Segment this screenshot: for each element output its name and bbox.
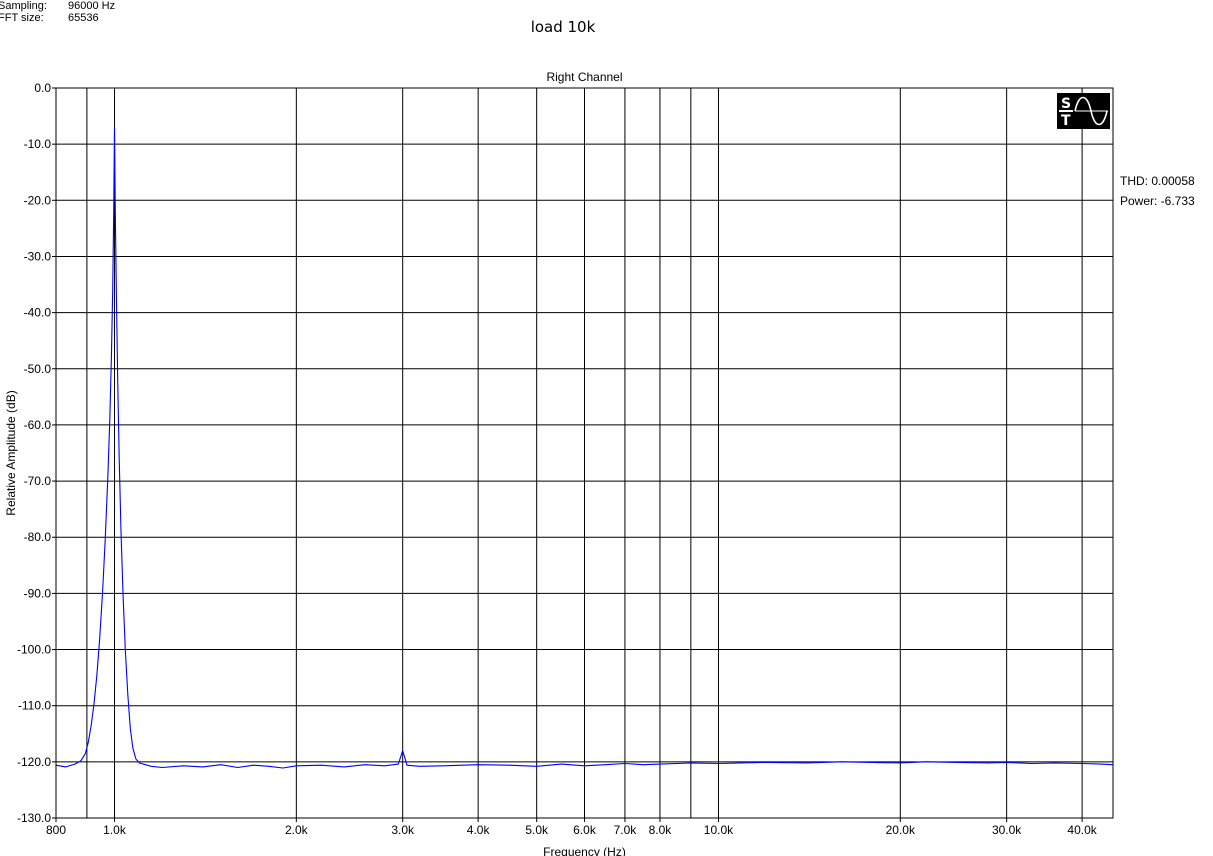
x-tick-label: 5.0k bbox=[525, 823, 549, 837]
y-tick-label: -120.0 bbox=[17, 755, 51, 769]
x-tick-label: 6.0k bbox=[573, 823, 597, 837]
x-axis-label: Frequency (Hz) bbox=[543, 845, 626, 856]
spectrum-analyzer-view: Sampling: 96000 Hz FFT size: 65536 load 10… bbox=[0, 0, 1213, 856]
x-tick-label: 2.0k bbox=[285, 823, 309, 837]
x-tick-labels: 800 1.0k 2.0k 3.0k 4.0k 5.0k 6.0k 7.0k 8.0k 10.0k… bbox=[46, 818, 1098, 837]
x-tick-label: 4.0k bbox=[467, 823, 491, 837]
spectrum-chart: 0.0 -10.0 -20.0 -30.0 -40.0 -50.0 -60.0 -70.0 -8… bbox=[4, 81, 1114, 856]
x-tick-label: 3.0k bbox=[391, 823, 415, 837]
x-tick-label: 30.0k bbox=[992, 823, 1022, 837]
logo-letter-s: S bbox=[1061, 96, 1071, 112]
y-tick-label: -70.0 bbox=[24, 474, 52, 488]
y-tick-label: -20.0 bbox=[24, 193, 52, 207]
grid-layer bbox=[56, 87, 1113, 819]
x-tick-label: 8.0k bbox=[649, 823, 673, 837]
y-axis-label: Relative Amplitude (dB) bbox=[4, 390, 18, 515]
x-tick-label: 800 bbox=[46, 823, 66, 837]
x-tick-label: 1.0k bbox=[103, 823, 127, 837]
sine-wave-logo-icon: S T bbox=[1057, 93, 1110, 129]
x-tick-label: 7.0k bbox=[614, 823, 638, 837]
x-tick-label: 40.0k bbox=[1067, 823, 1097, 837]
y-tick-label: -100.0 bbox=[17, 643, 51, 657]
x-tick-label: 10.0k bbox=[704, 823, 734, 837]
y-tick-label: -110.0 bbox=[18, 699, 51, 713]
y-tick-label: 0.0 bbox=[34, 81, 51, 95]
y-tick-label: -50.0 bbox=[24, 362, 52, 376]
y-tick-label: -90.0 bbox=[24, 586, 52, 600]
y-tick-label: -40.0 bbox=[24, 306, 52, 320]
y-tick-label: -80.0 bbox=[24, 530, 52, 544]
y-tick-label: -10.0 bbox=[24, 137, 52, 151]
logo-letter-t: T bbox=[1061, 113, 1071, 129]
y-tick-labels: 0.0 -10.0 -20.0 -30.0 -40.0 -50.0 -60.0 -70.0 -8… bbox=[17, 81, 56, 825]
y-tick-label: -30.0 bbox=[24, 249, 52, 263]
x-tick-label: 20.0k bbox=[886, 823, 916, 837]
y-tick-label: -60.0 bbox=[24, 418, 52, 432]
